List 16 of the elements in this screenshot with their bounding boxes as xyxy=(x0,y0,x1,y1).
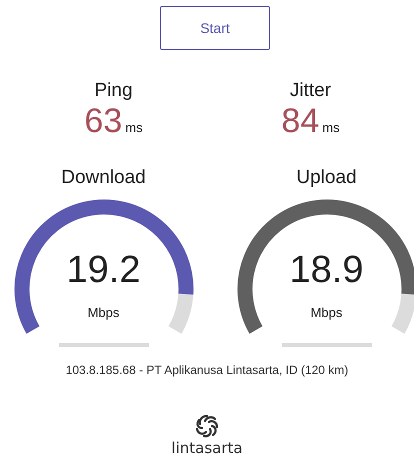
gauge-label: Upload xyxy=(296,167,357,189)
start-button[interactable]: Start xyxy=(160,6,270,50)
gauge-value: 18.9 xyxy=(290,249,364,292)
server-info: 103.8.185.68 - PT Aplikanusa Lintasarta, ID (120 km) xyxy=(66,363,348,377)
swirl-logo-icon xyxy=(194,413,220,439)
gauge-unit: Mbps xyxy=(88,305,120,320)
stat-value: 63 xyxy=(84,102,122,141)
logo-text: lintasarta xyxy=(171,439,243,457)
stat-value: 84 xyxy=(281,102,320,141)
stat-label: Jitter xyxy=(290,80,332,102)
stat-label: Ping xyxy=(94,80,133,102)
gauge-unit: Mbps xyxy=(310,305,342,320)
stat-unit: ms xyxy=(322,120,340,135)
gauge-value: 19.2 xyxy=(66,249,140,292)
stat-unit: ms xyxy=(125,120,143,135)
gauge-label: Download xyxy=(61,167,146,189)
